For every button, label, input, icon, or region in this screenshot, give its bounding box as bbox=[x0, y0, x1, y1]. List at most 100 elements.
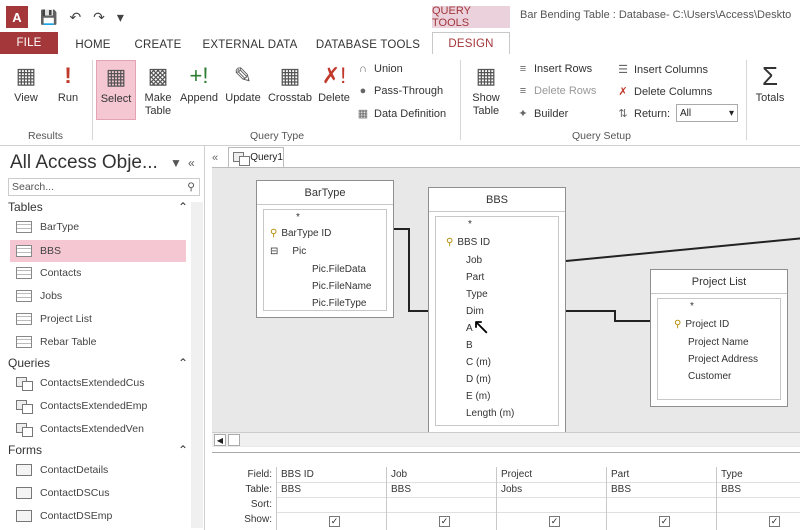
tab-external-data[interactable]: EXTERNAL DATA bbox=[196, 34, 304, 56]
show-table-button[interactable]: ▦ Show Table bbox=[464, 60, 508, 120]
builder-button[interactable]: ✦ Builder bbox=[516, 107, 568, 121]
tab-design[interactable]: DESIGN bbox=[432, 32, 510, 54]
nav-section-queries[interactable]: Queries ⌃ bbox=[8, 354, 188, 372]
grid-table-cell[interactable]: BBS bbox=[721, 484, 741, 495]
crosstab-button[interactable]: ▦ Crosstab bbox=[266, 60, 314, 120]
nav-item-form[interactable]: ContactDSEmp bbox=[10, 505, 186, 527]
show-checkbox[interactable]: ✓ bbox=[549, 516, 560, 527]
table-bbs[interactable]: BBS * ⚲ BBS ID Job Part Type Dim A B C (m… bbox=[428, 187, 566, 433]
nav-item-query[interactable]: ContactsExtendedVen bbox=[10, 418, 186, 440]
join-line[interactable] bbox=[394, 228, 408, 230]
grid-field-cell[interactable]: Job bbox=[391, 469, 407, 480]
nav-item-bbs[interactable]: BBS bbox=[10, 240, 186, 262]
field-all[interactable]: * bbox=[690, 301, 694, 312]
grid-table-cell[interactable]: BBS bbox=[281, 484, 301, 495]
nav-section-forms[interactable]: Forms ⌃ bbox=[8, 441, 188, 459]
join-line[interactable] bbox=[408, 228, 410, 312]
delete-columns-button[interactable]: ✗ Delete Columns bbox=[616, 85, 712, 99]
show-checkbox[interactable]: ✓ bbox=[439, 516, 450, 527]
field-bbs-id[interactable]: ⚲ BBS ID bbox=[446, 237, 490, 248]
field-pic[interactable]: ⊟ Pic bbox=[270, 246, 306, 257]
field-b[interactable]: B bbox=[466, 340, 473, 351]
insert-columns-button[interactable]: ☰ Insert Columns bbox=[616, 63, 708, 77]
union-button[interactable]: ∩ Union bbox=[356, 63, 403, 75]
nav-search-input[interactable]: Search... ⚲ bbox=[8, 178, 200, 196]
nav-item-query[interactable]: ContactsExtendedCus bbox=[10, 372, 186, 394]
nav-item-form[interactable]: ContactDetails bbox=[10, 459, 186, 481]
make-table-button[interactable]: ▩ Make Table bbox=[138, 60, 178, 120]
field-project-address[interactable]: Project Address bbox=[688, 354, 758, 365]
append-button[interactable]: +! Append bbox=[178, 60, 220, 120]
grid-table-cell[interactable]: Jobs bbox=[501, 484, 522, 495]
field-part[interactable]: Part bbox=[466, 272, 484, 283]
grid-column[interactable]: BBS ID BBS ✓ bbox=[276, 467, 386, 530]
undo-icon[interactable]: ↶ bbox=[69, 9, 81, 26]
nav-item-project-list[interactable]: Project List bbox=[10, 308, 186, 330]
field-project-id[interactable]: ⚲ Project ID bbox=[674, 319, 729, 330]
field-all[interactable]: * bbox=[296, 212, 300, 223]
grid-field-cell[interactable]: Type bbox=[721, 469, 743, 480]
collapse-field-icon[interactable]: ⊟ bbox=[270, 246, 278, 257]
grid-field-cell[interactable]: Part bbox=[611, 469, 629, 480]
return-select[interactable]: All ▾ bbox=[676, 104, 738, 122]
nav-section-tables[interactable]: Tables ⌃ bbox=[8, 198, 188, 216]
grid-column[interactable]: Project Jobs ✓ bbox=[496, 467, 606, 530]
table-title[interactable]: BarType bbox=[257, 181, 393, 205]
field-project-name[interactable]: Project Name bbox=[688, 337, 749, 348]
tab-home[interactable]: HOME bbox=[66, 34, 120, 56]
scroll-left-icon[interactable]: ◀ bbox=[214, 434, 226, 446]
grid-table-cell[interactable]: BBS bbox=[611, 484, 631, 495]
join-line[interactable] bbox=[566, 310, 616, 312]
field-length[interactable]: Length (m) bbox=[466, 408, 514, 419]
delete-query-button[interactable]: ✗! Delete bbox=[314, 60, 354, 120]
grid-field-cell[interactable]: Project bbox=[501, 469, 532, 480]
run-button[interactable]: ! Run bbox=[46, 60, 90, 120]
view-button[interactable]: ▦ View bbox=[4, 60, 48, 120]
nav-item-contacts[interactable]: Contacts bbox=[10, 262, 186, 284]
redo-icon[interactable]: ↷ bbox=[93, 9, 105, 26]
insert-rows-button[interactable]: ≡ Insert Rows bbox=[516, 63, 592, 75]
join-line[interactable] bbox=[408, 310, 428, 312]
design-horizontal-scrollbar[interactable]: ◀ bbox=[212, 432, 800, 446]
field-customer[interactable]: Customer bbox=[688, 371, 731, 382]
field-c[interactable]: C (m) bbox=[466, 357, 491, 368]
data-definition-button[interactable]: ▦ Data Definition bbox=[356, 107, 446, 121]
show-checkbox[interactable]: ✓ bbox=[329, 516, 340, 527]
field-e[interactable]: E (m) bbox=[466, 391, 490, 402]
collapse-pane-icon[interactable]: « bbox=[212, 152, 218, 164]
field-bartype-id[interactable]: ⚲ BarType ID bbox=[270, 228, 331, 239]
field-pic-filedata[interactable]: Pic.FileData bbox=[312, 264, 366, 275]
join-line[interactable] bbox=[614, 320, 650, 322]
nav-item-query[interactable]: ContactsExtendedEmp bbox=[10, 395, 186, 417]
pass-through-button[interactable]: ● Pass-Through bbox=[356, 85, 443, 97]
tab-database-tools[interactable]: DATABASE TOOLS bbox=[312, 34, 424, 56]
field-type[interactable]: Type bbox=[466, 289, 488, 300]
delete-rows-button[interactable]: ≡ Delete Rows bbox=[516, 85, 597, 97]
field-pic-filename[interactable]: Pic.FileName bbox=[312, 281, 371, 292]
tab-create[interactable]: CREATE bbox=[128, 34, 188, 56]
join-line[interactable] bbox=[565, 237, 800, 262]
shutter-bar-collapse-icon[interactable]: « bbox=[188, 156, 195, 170]
nav-scrollbar[interactable] bbox=[191, 202, 203, 528]
grid-field-cell[interactable]: BBS ID bbox=[281, 469, 314, 480]
field-all[interactable]: * bbox=[468, 219, 472, 230]
field-d[interactable]: D (m) bbox=[466, 374, 491, 385]
show-checkbox[interactable]: ✓ bbox=[769, 516, 780, 527]
tab-query1[interactable]: Query1 bbox=[228, 147, 284, 167]
grid-column[interactable]: Part BBS ✓ bbox=[606, 467, 716, 530]
scroll-thumb[interactable] bbox=[228, 434, 240, 446]
grid-column[interactable]: Type BBS ✓ bbox=[716, 467, 800, 530]
nav-item-jobs[interactable]: Jobs bbox=[10, 285, 186, 307]
grid-column[interactable]: Job BBS ✓ bbox=[386, 467, 496, 530]
select-query-button[interactable]: ▦ Select bbox=[96, 60, 136, 120]
field-job[interactable]: Job bbox=[466, 255, 482, 266]
nav-item-bartype[interactable]: BarType bbox=[10, 216, 186, 238]
query-design-area[interactable]: BarType * ⚲ BarType ID ⊟ Pic Pic.FileData … bbox=[212, 167, 800, 447]
totals-button[interactable]: Σ Totals bbox=[750, 60, 790, 120]
nav-pane-title[interactable]: All Access Obje... bbox=[10, 152, 158, 174]
nav-menu-dropdown-icon[interactable]: ▼ bbox=[170, 156, 182, 170]
save-icon[interactable]: 💾 bbox=[40, 9, 57, 26]
show-checkbox[interactable]: ✓ bbox=[659, 516, 670, 527]
table-title[interactable]: BBS bbox=[429, 188, 565, 212]
grid-table-cell[interactable]: BBS bbox=[391, 484, 411, 495]
